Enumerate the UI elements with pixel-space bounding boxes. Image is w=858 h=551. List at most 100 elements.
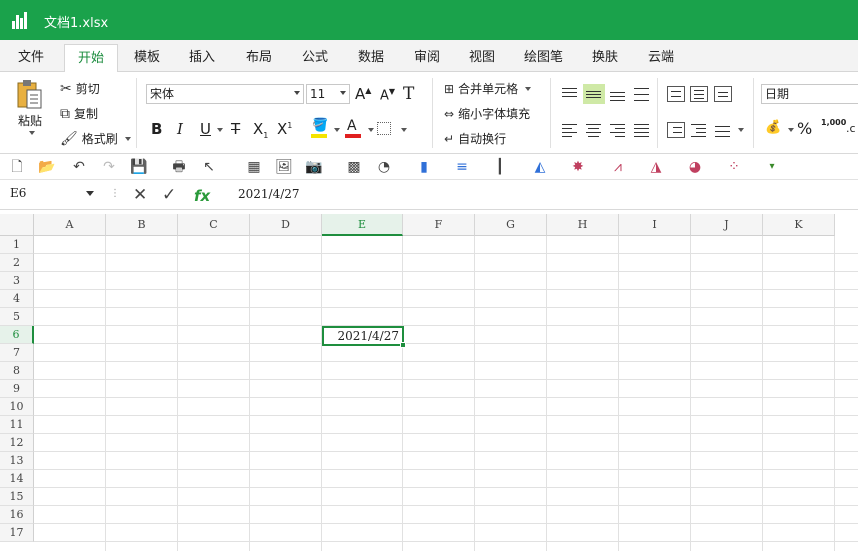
row-header-15[interactable]: 15 [0, 488, 34, 506]
decimal-icon[interactable]: .c [846, 122, 856, 135]
underline-icon[interactable]: U [200, 120, 211, 138]
row-header-9[interactable]: 9 [0, 380, 34, 398]
column-header-e[interactable]: E [322, 214, 403, 236]
select-all-corner[interactable] [0, 214, 34, 236]
picture-icon[interactable]: 🖼 [275, 158, 293, 176]
row-header-5[interactable]: 5 [0, 308, 34, 326]
shapes-icon[interactable]: ◔ [375, 158, 393, 176]
redo-icon[interactable]: ↷ [100, 158, 118, 176]
more-options-icon[interactable]: ⋮ [110, 188, 120, 199]
tab-review[interactable]: 审阅 [406, 44, 448, 72]
row-header-13[interactable]: 13 [0, 452, 34, 470]
row-header-1[interactable]: 1 [0, 236, 34, 254]
row-header-16[interactable]: 16 [0, 506, 34, 524]
confirm-icon[interactable]: ✓ [162, 185, 176, 205]
formula-input[interactable]: 2021/4/27 [238, 187, 300, 201]
currency-icon[interactable]: 💰 [765, 120, 781, 135]
subscript-icon[interactable]: X1 [253, 120, 268, 140]
customize-toolbar-icon[interactable]: ▾ [763, 158, 781, 176]
row-header-12[interactable]: 12 [0, 434, 34, 452]
distribute-rows-icon[interactable] [690, 86, 708, 102]
row-header-17[interactable]: 17 [0, 524, 34, 542]
column-header-b[interactable]: B [106, 214, 178, 236]
clear-format-icon[interactable]: T [403, 84, 414, 104]
font-color-button[interactable]: A [344, 118, 362, 138]
tab-insert[interactable]: 插入 [181, 44, 223, 72]
gallery-icon[interactable]: ▩ [345, 158, 363, 176]
row-header-10[interactable]: 10 [0, 398, 34, 416]
tab-template[interactable]: 模板 [126, 44, 168, 72]
cancel-icon[interactable]: ✕ [133, 185, 147, 205]
align-middle-icon[interactable] [583, 84, 605, 104]
column-chart-icon[interactable]: ▮ [415, 158, 433, 176]
cut-button[interactable]: ✂ 剪切 [60, 80, 100, 97]
thousands-separator-button[interactable]: 1,000 [821, 118, 846, 127]
align-bottom-icon[interactable] [609, 86, 627, 102]
row-header-11[interactable]: 11 [0, 416, 34, 434]
column-header-f[interactable]: F [403, 214, 475, 236]
align-left-icon[interactable] [561, 122, 579, 138]
justify-icon[interactable] [633, 122, 651, 138]
column-header-g[interactable]: G [475, 214, 547, 236]
bar-chart-icon[interactable]: ≡ [453, 158, 471, 176]
italic-icon[interactable]: I [177, 120, 183, 138]
align-right-icon[interactable] [609, 122, 627, 138]
superscript-icon[interactable]: X1 [277, 120, 292, 138]
copy-button[interactable]: ⧉ 复制 [60, 105, 98, 122]
justify-vertical-icon[interactable] [633, 86, 651, 102]
shrink-to-fit-button[interactable]: ⇔ 缩小字体填充 [444, 105, 530, 122]
pointer-icon[interactable]: ↖ [200, 158, 218, 176]
tab-file[interactable]: 文件 [10, 44, 52, 72]
fill-handle[interactable] [400, 342, 406, 348]
wrap-text-button[interactable]: ↵ 自动换行 [444, 130, 506, 147]
format-painter-button[interactable]: 🖌 格式刷 [60, 130, 131, 147]
table-icon[interactable]: ▦ [245, 158, 263, 176]
area-chart-icon[interactable]: ◭ [531, 158, 549, 176]
new-file-icon[interactable]: 🗋 [8, 158, 26, 176]
text-direction-icon[interactable] [667, 86, 685, 102]
undo-icon[interactable]: ↶ [70, 158, 88, 176]
insert-function-icon[interactable]: fx [194, 187, 210, 205]
strikethrough-icon[interactable]: T [231, 120, 240, 138]
column-header-d[interactable]: D [250, 214, 322, 236]
increase-font-icon[interactable]: A▲ [355, 85, 371, 103]
paste-button[interactable]: 粘贴 [12, 78, 48, 135]
align-top-icon[interactable] [561, 86, 579, 102]
column-header-a[interactable]: A [34, 214, 106, 236]
tab-skin[interactable]: 换肤 [584, 44, 626, 72]
percent-button[interactable]: % [797, 119, 812, 138]
line-area-chart-icon[interactable]: ◮ [647, 158, 665, 176]
tab-drawing-pen[interactable]: 绘图笔 [516, 44, 571, 72]
screenshot-icon[interactable]: 📷 [305, 158, 323, 176]
stock-chart-icon[interactable]: ┃ [491, 158, 509, 176]
spreadsheet-grid[interactable]: ABCDEFGHIJK 1 2 3 4 5 6 7 8 9 10 11 12 13 14 15 16 17 20… [0, 214, 858, 551]
save-icon[interactable]: 💾 [130, 158, 148, 176]
column-header-i[interactable]: I [619, 214, 691, 236]
active-cell-e6[interactable]: 2021/4/27 [322, 326, 406, 348]
align-center-icon[interactable] [585, 122, 603, 138]
merge-cells-button[interactable]: ⊞ 合并单元格 [444, 80, 532, 97]
name-box[interactable]: E6 [10, 186, 100, 204]
decrease-font-icon[interactable]: A▼ [380, 87, 395, 103]
tab-layout[interactable]: 布局 [238, 44, 280, 72]
font-name-select[interactable]: 宋体 [146, 84, 304, 104]
open-folder-icon[interactable]: 📂 [38, 158, 56, 176]
row-header-8[interactable]: 8 [0, 362, 34, 380]
print-icon[interactable]: 🖶 [170, 158, 188, 176]
border-icon[interactable] [377, 122, 391, 135]
number-format-select[interactable]: 日期 [761, 84, 858, 104]
tab-cloud[interactable]: 云端 [640, 44, 682, 72]
scatter-chart-icon[interactable]: ⁘ [725, 158, 743, 176]
bold-icon[interactable]: B [151, 120, 162, 138]
tab-view[interactable]: 视图 [461, 44, 503, 72]
tab-data[interactable]: 数据 [350, 44, 392, 72]
orientation-icon[interactable] [714, 122, 732, 138]
column-header-j[interactable]: J [691, 214, 763, 236]
radar-chart-icon[interactable]: ✸ [569, 158, 587, 176]
tab-formula[interactable]: 公式 [294, 44, 336, 72]
fill-color-button[interactable]: 🪣 [310, 118, 328, 138]
indent-decrease-icon[interactable] [667, 122, 685, 138]
row-header-3[interactable]: 3 [0, 272, 34, 290]
tab-home[interactable]: 开始 [64, 44, 118, 73]
row-header-7[interactable]: 7 [0, 344, 34, 362]
